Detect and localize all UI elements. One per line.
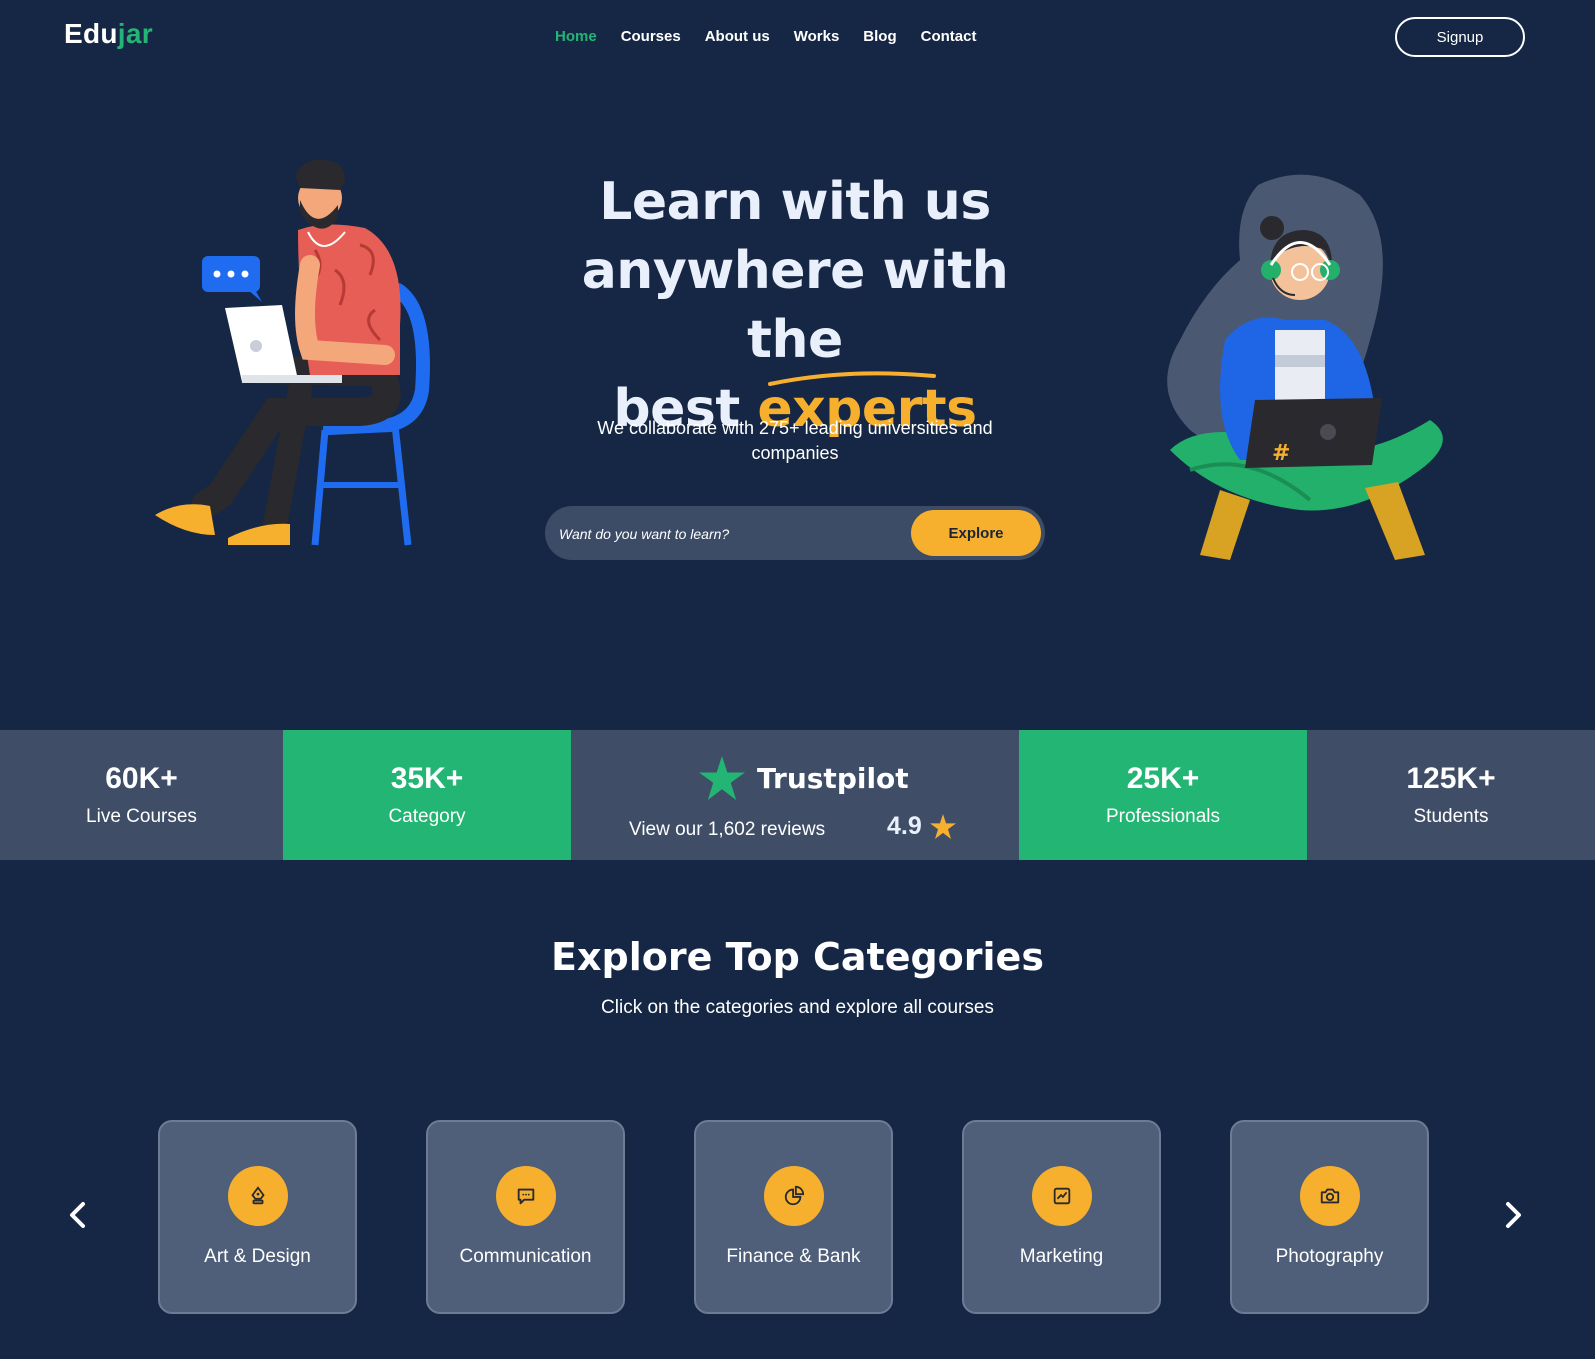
pie-chart-icon	[763, 1166, 824, 1226]
category-label: Communication	[459, 1246, 592, 1267]
camera-icon	[1299, 1166, 1360, 1226]
stat-label: Professionals	[1105, 806, 1221, 827]
trustpilot-name: Trustpilot	[757, 761, 909, 795]
trustpilot-block[interactable]: Trustpilot View our 1,602 reviews 4.9	[571, 730, 1019, 860]
hero-title: Learn with us anywhere with the best exp…	[560, 168, 1030, 444]
svg-text:#: #	[1272, 441, 1290, 466]
nav-link-contact[interactable]: Contact	[921, 28, 977, 45]
hero-title-line2: anywhere with the	[581, 241, 1009, 370]
stats-bar: 60K+ Live Courses 35K+ Category Trustpil…	[0, 730, 1595, 860]
nav-link-works[interactable]: Works	[794, 28, 840, 45]
hero-subtitle: We collaborate with 275+ leading univers…	[597, 418, 993, 463]
stat-value: 60K+	[105, 762, 178, 795]
category-card-photography[interactable]: Photography	[1230, 1120, 1429, 1314]
nav-link-home[interactable]: Home	[555, 28, 597, 45]
trustpilot-rating: 4.9	[887, 812, 956, 841]
stat-category: 35K+ Category	[283, 730, 571, 860]
rating-star-icon	[929, 814, 956, 839]
chat-icon	[495, 1166, 556, 1226]
stat-live-courses: 60K+ Live Courses	[0, 730, 283, 860]
woman-with-headset-illustration: #	[1167, 174, 1443, 560]
highlight-underline	[768, 371, 936, 386]
categories-title: Explore Top Categories	[551, 935, 1044, 979]
nav-links: Home Courses About us Works Blog Contact	[555, 28, 976, 45]
category-label: Finance & Bank	[726, 1246, 861, 1267]
stat-professionals: 25K+ Professionals	[1019, 730, 1307, 860]
category-cards: Art & Design Communication Finance & Ban…	[158, 1120, 1429, 1314]
pen-tool-icon	[227, 1166, 288, 1226]
logo-main: Edu	[64, 18, 118, 49]
category-card-communication[interactable]: Communication	[426, 1120, 625, 1314]
hero-title-line1: Learn with us	[599, 172, 991, 232]
rating-score: 4.9	[887, 812, 922, 840]
signup-button[interactable]: Signup	[1395, 17, 1525, 57]
trustpilot-star-icon	[699, 756, 745, 800]
category-card-marketing[interactable]: Marketing	[962, 1120, 1161, 1314]
nav-link-blog[interactable]: Blog	[863, 28, 896, 45]
category-label: Art & Design	[204, 1246, 311, 1267]
stat-value: 35K+	[390, 762, 464, 795]
category-label: Marketing	[1019, 1246, 1104, 1267]
chart-icon	[1031, 1166, 1092, 1226]
explore-button[interactable]: Explore	[911, 510, 1041, 556]
stat-students: 125K+ Students	[1307, 730, 1595, 860]
category-card-art-design[interactable]: Art & Design	[158, 1120, 357, 1314]
trustpilot-header: Trustpilot	[699, 756, 909, 800]
stat-value: 25K+	[1126, 762, 1200, 795]
nav-link-courses[interactable]: Courses	[621, 28, 681, 45]
logo-accent: jar	[117, 18, 153, 49]
categories-subtitle: Click on the categories and explore all …	[601, 997, 994, 1018]
nav-link-about[interactable]: About us	[705, 28, 770, 45]
navbar: Edujar Home Courses About us Works Blog …	[0, 0, 1595, 76]
category-label: Photography	[1275, 1246, 1384, 1267]
man-with-laptop-illustration	[155, 159, 430, 546]
stat-label: Students	[1413, 806, 1489, 827]
stat-label: Category	[388, 806, 466, 827]
logo[interactable]: Edujar	[64, 18, 153, 50]
trustpilot-reviews[interactable]: View our 1,602 reviews	[629, 819, 825, 841]
stat-label: Live Courses	[86, 806, 197, 827]
carousel-prev-arrow-icon[interactable]	[63, 1200, 93, 1230]
search-input[interactable]	[559, 520, 899, 548]
carousel-next-arrow-icon[interactable]	[1498, 1200, 1528, 1230]
category-card-finance-bank[interactable]: Finance & Bank	[694, 1120, 893, 1314]
search-bar: Explore	[545, 506, 1045, 560]
stat-value: 125K+	[1406, 762, 1496, 795]
